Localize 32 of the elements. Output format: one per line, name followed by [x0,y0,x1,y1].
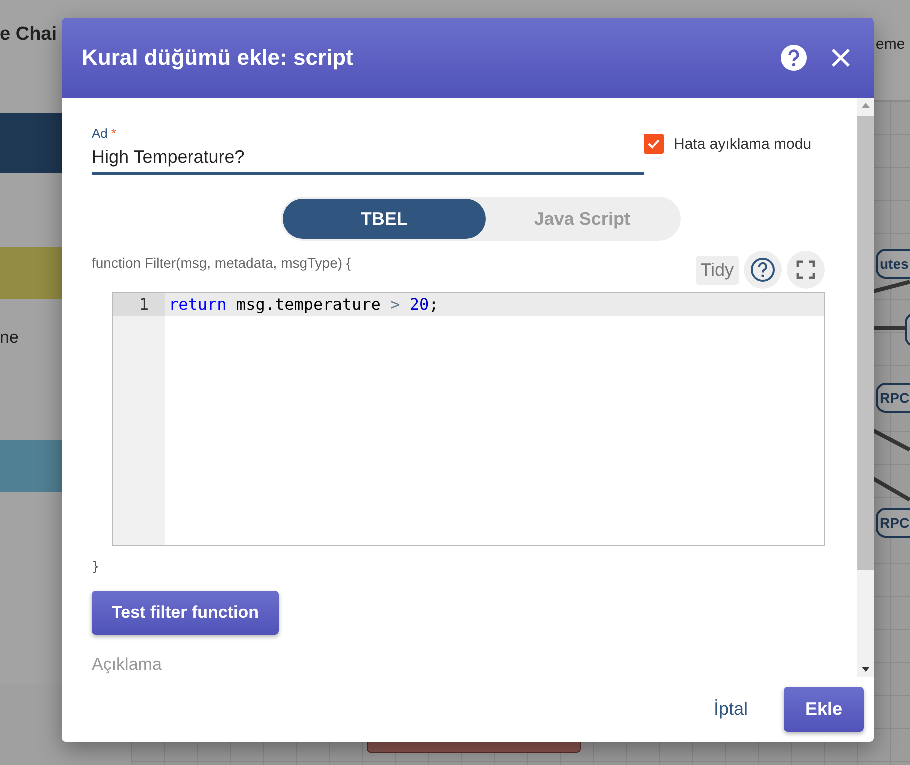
help-button[interactable] [744,251,782,289]
page-title: e Chai [0,24,58,46]
rule-node[interactable]: RPC [876,383,910,413]
code-line: return msg.temperature > 20; [169,295,439,314]
test-function-button[interactable]: Test filter function [92,591,280,635]
description-label: Açıklama [92,655,163,675]
sidebar-text: ne [0,328,19,348]
code-editor[interactable]: 1 return msg.temperature > 20; [112,292,825,546]
fullscreen-button[interactable] [787,251,825,289]
rule-node[interactable]: utes [876,249,910,279]
help-icon[interactable] [780,44,808,72]
field-label: Ad * [92,126,118,141]
checkbox-label: Hata ayıklama modu [674,136,812,152]
scrollbar[interactable] [857,98,874,677]
language-tab[interactable]: TBEL [283,199,486,239]
dialog-title: Kural düğümü ekle: script [82,45,354,71]
tidy-button[interactable]: Tidy [696,256,739,284]
rule-node[interactable]: RPC [876,508,910,538]
check-icon [647,137,661,151]
function-closing: } [92,560,101,575]
add-button[interactable]: Ekle [784,687,864,732]
field-value: High Temperature? [92,147,246,168]
header-text: eme [876,36,906,53]
fullscreen-icon [796,260,816,280]
checkbox[interactable] [644,134,664,154]
close-icon[interactable] [830,47,852,69]
name-field[interactable]: Ad * High Temperature? [92,126,644,175]
line-number: 1 [113,293,165,316]
help-icon [750,257,776,283]
function-signature: function Filter(msg, metadata, msgType) { [92,255,352,271]
scroll-down-icon[interactable] [860,665,870,673]
cancel-button[interactable]: İptal [708,698,754,721]
